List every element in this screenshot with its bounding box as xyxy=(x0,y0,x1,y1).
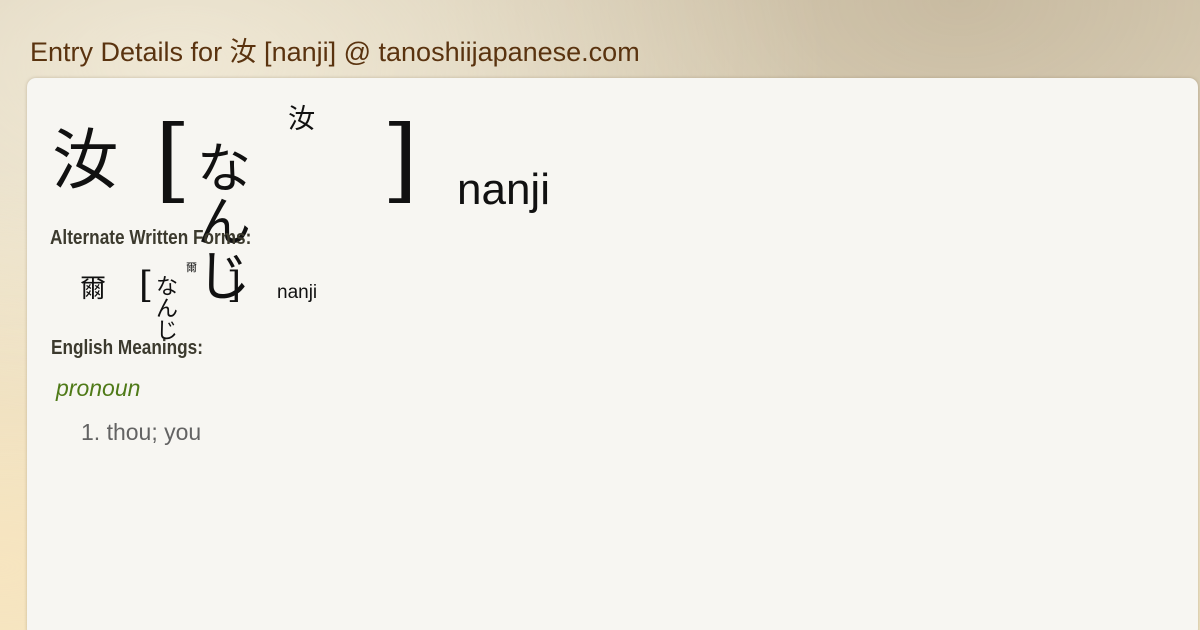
alternate-form-kanji: 爾 xyxy=(80,274,107,304)
headword-reading: なんじ xyxy=(197,137,253,308)
meaning-item: 1. thou; you xyxy=(81,419,202,445)
reading-bracket-close: ] xyxy=(382,106,418,213)
alternate-forms-heading: Alternate Written Forms: xyxy=(50,227,252,249)
reading-bracket-open: [ xyxy=(155,106,191,213)
alternate-form-romaji: nanji xyxy=(277,282,318,303)
headword-romaji: nanji xyxy=(457,165,550,214)
headword-kanji: 汝 xyxy=(52,122,118,199)
english-meanings-heading: English Meanings: xyxy=(51,337,203,359)
meaning-list: 1. thou; you xyxy=(81,419,201,446)
alternate-form-furigana: 爾 xyxy=(186,261,197,274)
alternate-bracket-open: [ xyxy=(139,265,154,306)
alternate-bracket-close: ] xyxy=(227,265,242,306)
entry-panel: 汝 [ 汝 なんじ ] nanji Alternate Written Form… xyxy=(27,78,1198,630)
page-title: Entry Details for 汝 [nanji] @ tanoshiija… xyxy=(30,37,640,67)
alternate-form-reading: なんじ xyxy=(156,275,179,344)
part-of-speech-label: pronoun xyxy=(56,375,141,401)
headword-furigana: 汝 xyxy=(288,104,315,135)
